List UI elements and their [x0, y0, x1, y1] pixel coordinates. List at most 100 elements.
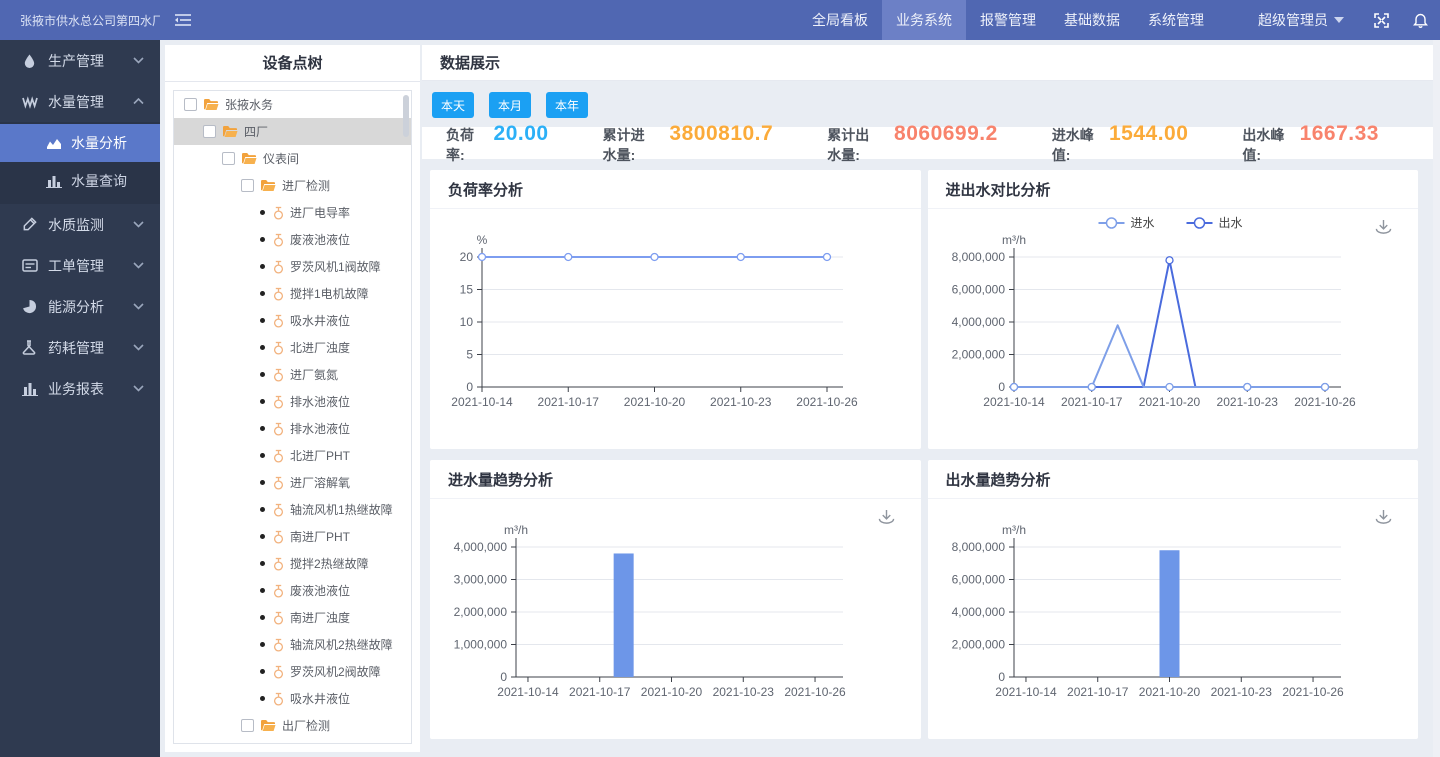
legend-item[interactable]: 进水 — [1098, 216, 1154, 230]
x-tick-label: 2021-10-20 — [1138, 685, 1200, 699]
tree-checkbox[interactable] — [241, 719, 254, 732]
time-range-button-this-year[interactable]: 本年 — [546, 92, 588, 118]
tree-checkbox[interactable] — [241, 179, 254, 192]
sidebar-item-water-volume[interactable]: 水量管理 — [0, 81, 160, 122]
tree-node-leaf[interactable]: 轴流风机2热继故障 — [174, 631, 411, 658]
y-tick-label: 6,000,000 — [951, 283, 1005, 297]
tree-node-folder[interactable]: 四厂 — [174, 118, 411, 145]
notification-bell-icon[interactable] — [1413, 12, 1428, 28]
sidebar-item-water-quality[interactable]: 水质监测 — [0, 204, 160, 245]
tree-node-leaf[interactable]: 进厂氨氮 — [174, 361, 411, 388]
data-point-marker — [737, 254, 744, 261]
chart-canvas-outflow-trend: m³/h02,000,0004,000,0006,000,0008,000,00… — [928, 499, 1419, 739]
download-chart-icon[interactable] — [878, 509, 895, 530]
tree-node-leaf[interactable]: 北进厂PHT — [174, 442, 411, 469]
sensor-tag-icon — [273, 638, 284, 652]
tree-node-leaf[interactable]: 南进厂PHT — [174, 523, 411, 550]
tree-node-folder[interactable]: 仪表间 — [174, 145, 411, 172]
menu-fold-icon[interactable] — [174, 13, 192, 27]
sidebar-subitem-label: 水量分析 — [71, 133, 127, 153]
page-scrollbar-track[interactable] — [1433, 40, 1440, 757]
data-point-marker — [565, 254, 572, 261]
sidebar-item-work-order[interactable]: 工单管理 — [0, 245, 160, 286]
tree-node-label: 进厂检测 — [282, 177, 330, 194]
nav-item-global-board[interactable]: 全局看板 — [798, 0, 882, 40]
tree-node-leaf[interactable]: 吸水井液位 — [174, 685, 411, 712]
y-tick-label: 2,000,000 — [951, 638, 1005, 652]
chart-svg-outflow-trend: m³/h02,000,0004,000,0006,000,0008,000,00… — [928, 499, 1419, 739]
tree-node-leaf[interactable]: 废液池液位 — [174, 226, 411, 253]
pie-chart-icon — [22, 299, 38, 314]
x-tick-label: 2021-10-20 — [624, 395, 686, 409]
nav-item-system-management[interactable]: 系统管理 — [1134, 0, 1218, 40]
nav-item-alarm-management[interactable]: 报警管理 — [966, 0, 1050, 40]
tree-node-leaf[interactable]: 搅拌1电机故障 — [174, 280, 411, 307]
data-point-marker — [1010, 384, 1017, 391]
tree-node-leaf[interactable]: 南进厂浊度 — [174, 604, 411, 631]
nav-item-business-system[interactable]: 业务系统 — [882, 0, 966, 40]
sidebar-subitem-water-analysis[interactable]: 水量分析 — [0, 124, 160, 162]
chevron-down-icon — [133, 303, 144, 310]
tree-node-leaf[interactable]: 吸水井液位 — [174, 307, 411, 334]
tree-checkbox[interactable] — [184, 98, 197, 111]
stat-label: 累计进水量: — [603, 125, 656, 165]
sidebar-item-chemical-usage[interactable]: 药耗管理 — [0, 327, 160, 368]
download-chart-icon[interactable] — [1375, 219, 1392, 240]
tree-checkbox[interactable] — [222, 152, 235, 165]
sidebar-item-business-report[interactable]: 业务报表 — [0, 368, 160, 409]
x-tick-label: 2021-10-23 — [1216, 395, 1278, 409]
tree-node-label: 轴流风机1热继故障 — [290, 501, 393, 518]
legend-item[interactable]: 出水 — [1186, 216, 1242, 230]
bar — [1159, 550, 1179, 677]
x-tick-label: 2021-10-20 — [641, 685, 703, 699]
stat-label: 进水峰值: — [1052, 125, 1095, 165]
sensor-tag-icon — [273, 692, 284, 706]
x-tick-label: 2021-10-17 — [569, 685, 631, 699]
top-menu: 全局看板业务系统报警管理基础数据系统管理 — [798, 0, 1218, 40]
device-tree: 张掖水务 四厂 仪表间 进厂检测 进厂电导率 废液池液位 罗茨风机1阀故障 搅拌… — [173, 90, 412, 744]
tree-node-folder[interactable]: 张掖水务 — [174, 91, 411, 118]
tree-scrollbar-thumb[interactable] — [403, 95, 409, 137]
time-range-button-this-month[interactable]: 本月 — [489, 92, 531, 118]
tree-node-leaf[interactable]: 进厂溶解氧 — [174, 469, 411, 496]
sidebar-subitem-water-query[interactable]: 水量查询 — [0, 162, 160, 200]
sidebar-item-production[interactable]: 生产管理 — [0, 40, 160, 81]
tree-node-leaf[interactable]: 罗茨风机2阀故障 — [174, 658, 411, 685]
tree-node-leaf[interactable]: 废液池液位 — [174, 577, 411, 604]
tree-node-label: 罗茨风机2阀故障 — [290, 663, 381, 680]
tree-node-label: 北进厂PHT — [290, 447, 350, 464]
fullscreen-icon[interactable] — [1374, 13, 1389, 28]
download-chart-icon[interactable] — [1375, 509, 1392, 530]
tree-node-leaf[interactable]: 搅拌2热继故障 — [174, 550, 411, 577]
bar — [614, 553, 634, 677]
data-point-marker — [1243, 384, 1250, 391]
tree-node-folder[interactable]: 出厂检测 — [174, 712, 411, 739]
nav-item-basic-data[interactable]: 基础数据 — [1050, 0, 1134, 40]
bullet-icon — [260, 318, 265, 323]
stat-item: 出水峰值: 1667.33 — [1242, 122, 1379, 165]
y-tick-label: 4,000,000 — [454, 540, 508, 554]
folder-open-icon — [260, 719, 276, 732]
bullet-icon — [260, 210, 265, 215]
tree-checkbox[interactable] — [203, 125, 216, 138]
folder-open-icon — [260, 179, 276, 192]
tree-node-leaf[interactable]: 北进厂浊度 — [174, 334, 411, 361]
stat-value: 20.00 — [494, 122, 549, 146]
user-menu[interactable]: 超级管理员 — [1258, 10, 1344, 30]
tree-node-leaf[interactable]: 排水池液位 — [174, 388, 411, 415]
tree-node-folder[interactable]: 进厂检测 — [174, 172, 411, 199]
tree-node-leaf[interactable]: 罗茨风机1阀故障 — [174, 253, 411, 280]
tree-node-leaf[interactable]: 排水池液位 — [174, 415, 411, 442]
bullet-icon — [260, 561, 265, 566]
chart-title: 出水量趋势分析 — [928, 460, 1419, 499]
sidebar-submenu: 水量分析 水量查询 — [0, 122, 160, 204]
bullet-icon — [260, 453, 265, 458]
sidebar-item-energy-analysis[interactable]: 能源分析 — [0, 286, 160, 327]
tree-node-leaf[interactable]: 轴流风机1热继故障 — [174, 496, 411, 523]
x-tick-label: 2021-10-14 — [983, 395, 1045, 409]
time-range-button-today[interactable]: 本天 — [432, 92, 474, 118]
y-tick-label: 5 — [466, 348, 473, 362]
sidebar: 生产管理 水量管理 水量分析 水量查询 水质监测 工单管理 能源分析 药耗管理 … — [0, 40, 160, 757]
y-tick-label: 4,000,000 — [951, 605, 1005, 619]
tree-node-leaf[interactable]: 进厂电导率 — [174, 199, 411, 226]
